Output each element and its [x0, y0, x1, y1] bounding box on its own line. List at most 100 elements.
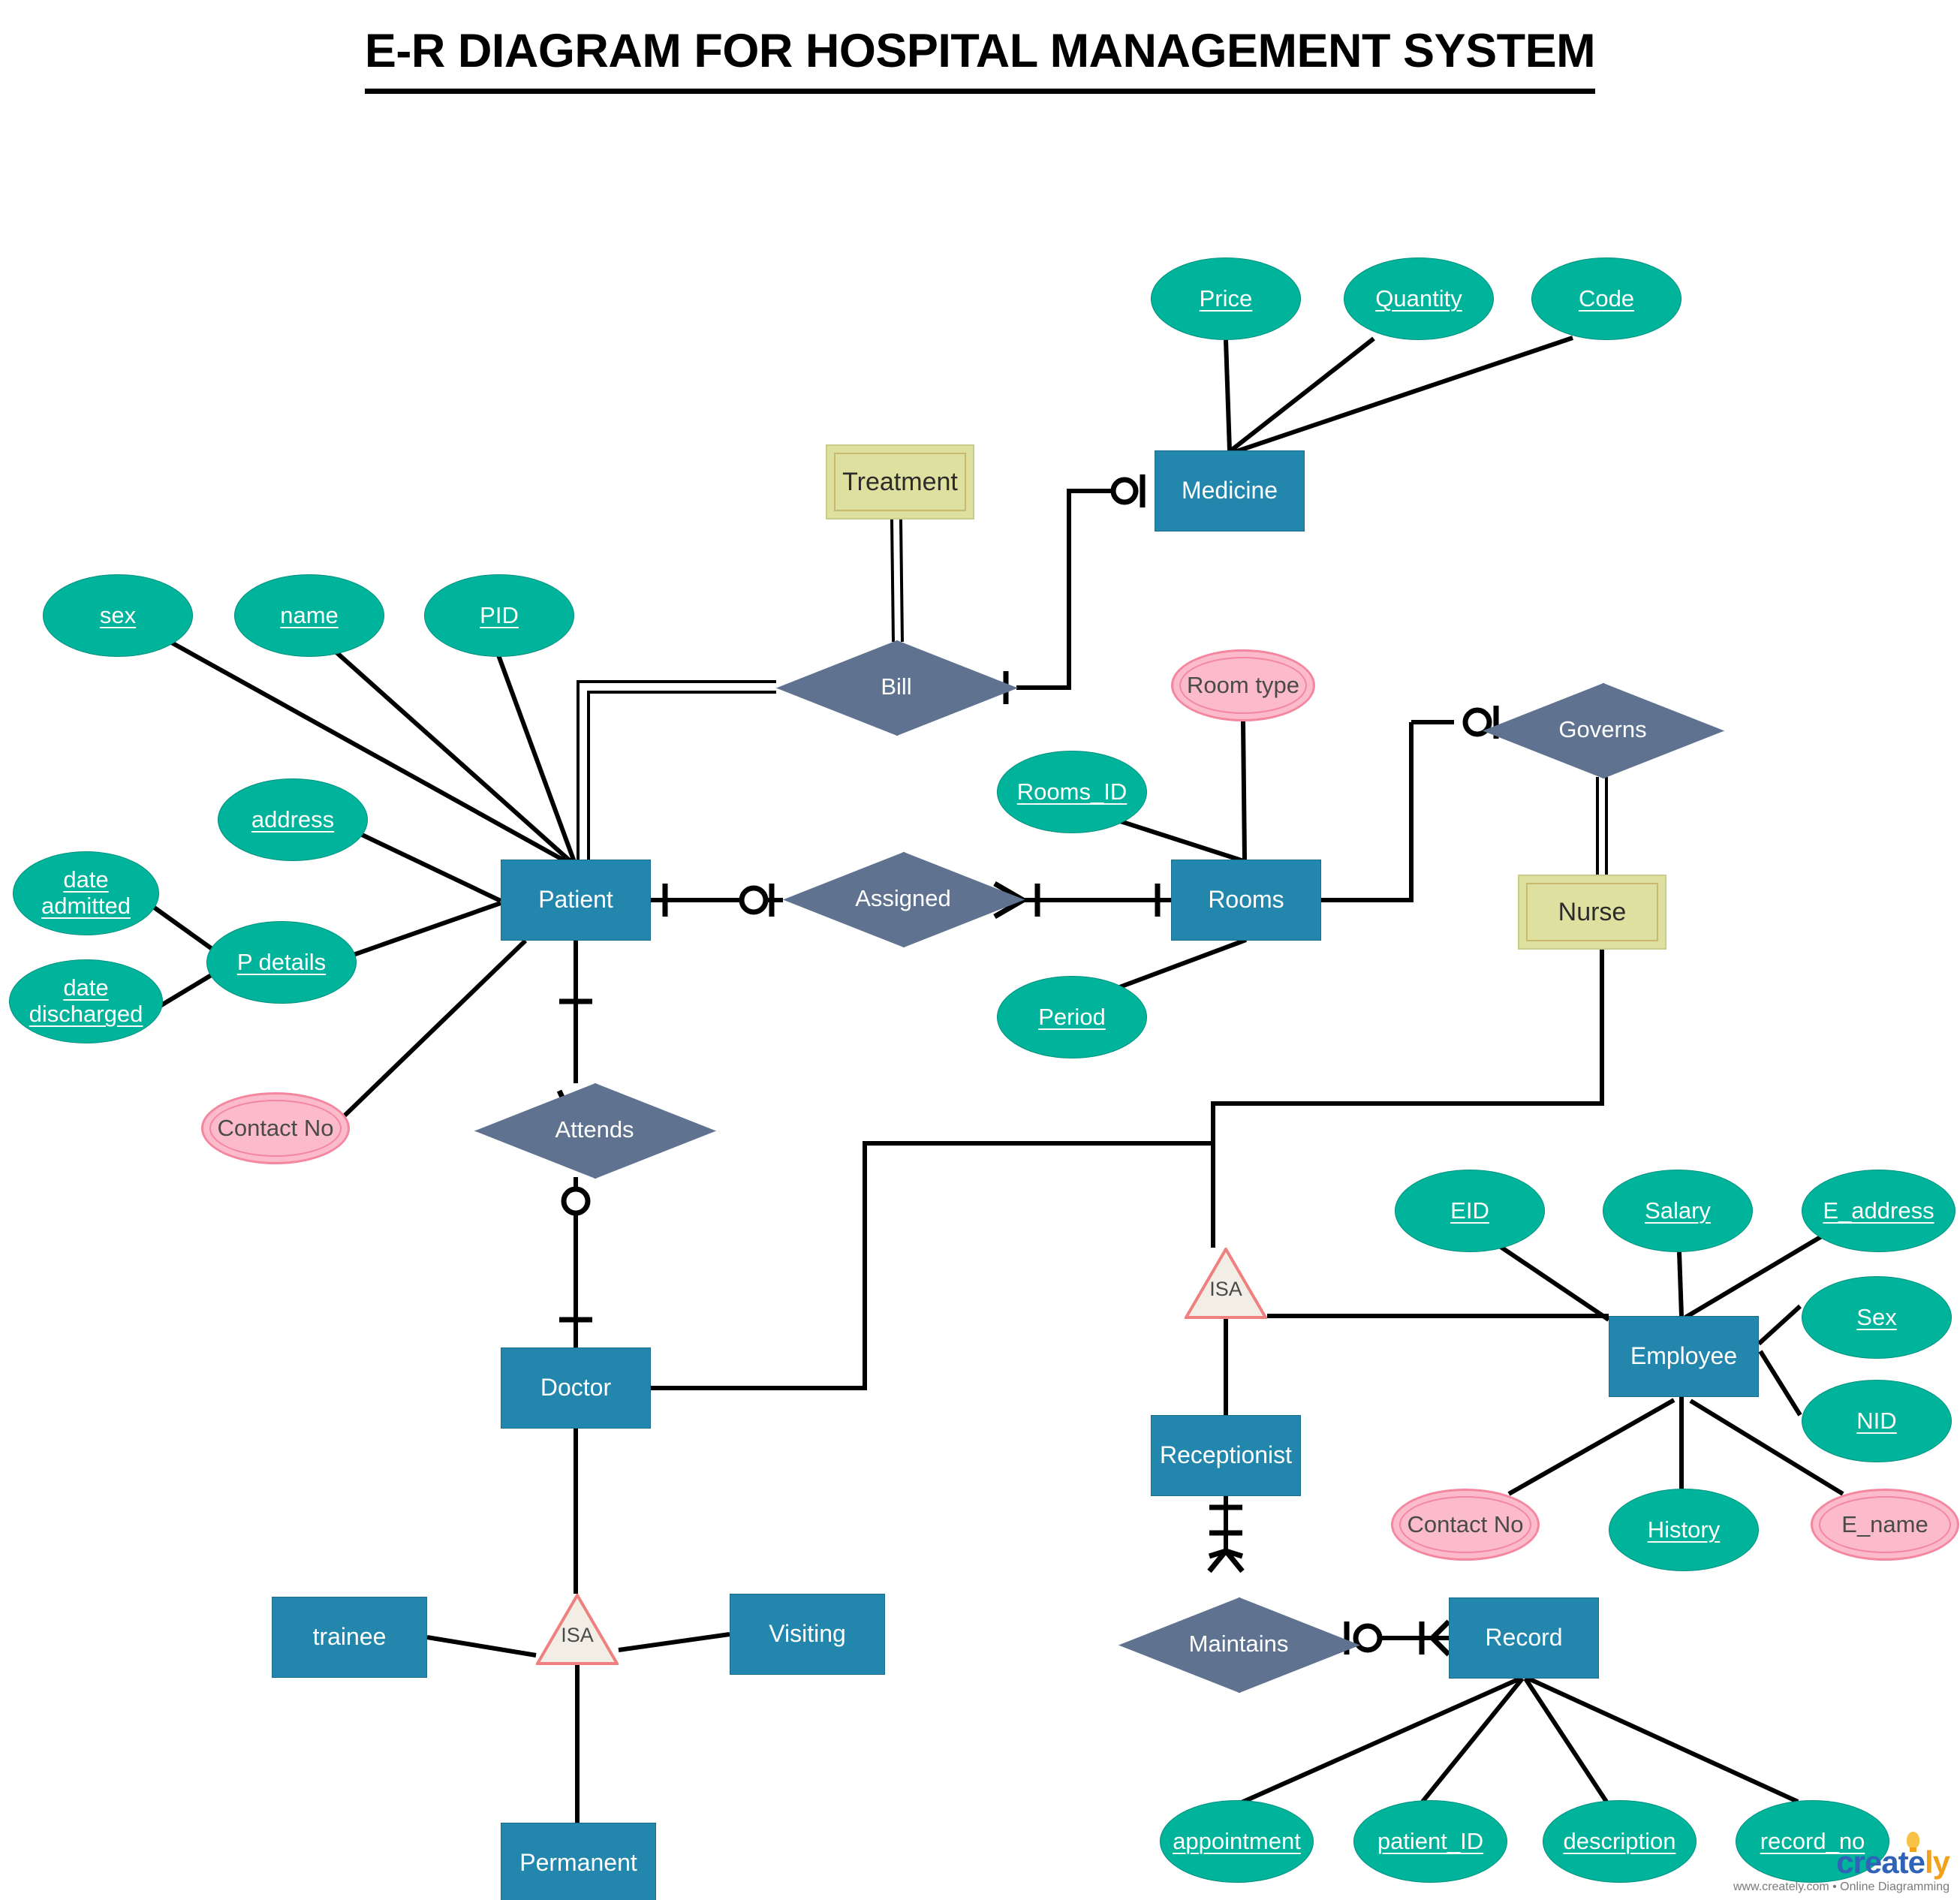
attribute-period[interactable]: Period — [997, 976, 1147, 1058]
attribute-pid[interactable]: PID — [424, 574, 574, 657]
relationship-governs[interactable]: Governs — [1483, 683, 1724, 778]
attribute-history-label: History — [1647, 1516, 1721, 1543]
attribute-patient-id[interactable]: patient_ID — [1353, 1800, 1507, 1883]
relationship-attends[interactable]: Attends — [474, 1083, 716, 1179]
isa-triangle-employee-label: ISA — [1209, 1278, 1242, 1301]
relationship-maintains-label: Maintains — [1188, 1631, 1289, 1658]
multivalued-attribute-e-name-label: E_name — [1841, 1510, 1928, 1537]
entity-doctor[interactable]: Doctor — [501, 1347, 651, 1429]
edge-price-medicine — [1224, 339, 1232, 451]
entity-rooms-label: Rooms — [1208, 886, 1284, 914]
attribute-sex-employee-label: Sex — [1856, 1303, 1897, 1330]
relationship-assigned[interactable]: Assigned — [783, 852, 1025, 947]
relationship-maintains[interactable]: Maintains — [1118, 1597, 1360, 1693]
attribute-sex-patient[interactable]: sex — [43, 574, 193, 657]
weak-entity-treatment-label: Treatment — [842, 467, 958, 496]
edge-roomtype-rooms — [1241, 721, 1247, 860]
isa-triangle-employee[interactable]: ISA — [1185, 1248, 1267, 1319]
attribute-address[interactable]: address — [218, 778, 368, 861]
multivalued-attribute-room-type-label: Room type — [1187, 671, 1299, 698]
edge-treatment-bill-a — [890, 519, 895, 643]
attribute-period-label: Period — [1038, 1003, 1106, 1030]
weak-entity-nurse[interactable]: Nurse — [1518, 875, 1666, 950]
entity-receptionist[interactable]: Receptionist — [1151, 1415, 1301, 1496]
entity-record[interactable]: Record — [1449, 1597, 1599, 1679]
weak-entity-treatment[interactable]: Treatment — [826, 444, 974, 519]
attribute-p-details-label: P details — [236, 948, 327, 975]
edge-roomsid-rooms — [1110, 816, 1247, 864]
entity-doctor-label: Doctor — [540, 1374, 612, 1402]
attribute-quantity-label: Quantity — [1375, 285, 1462, 312]
creately-watermark: creately www.creately.com • Online Diagr… — [1733, 1832, 1950, 1894]
attribute-e-address[interactable]: E_address — [1802, 1170, 1955, 1252]
attribute-description[interactable]: description — [1543, 1800, 1697, 1883]
entity-medicine-label: Medicine — [1181, 477, 1278, 504]
attribute-price[interactable]: Price — [1151, 257, 1301, 340]
edge-quantity-medicine — [1230, 336, 1375, 453]
attribute-history[interactable]: History — [1609, 1489, 1759, 1571]
entity-trainee[interactable]: trainee — [272, 1597, 427, 1678]
edge-recordno-record — [1527, 1676, 1799, 1804]
entity-employee[interactable]: Employee — [1609, 1316, 1759, 1397]
entity-permanent-label: Permanent — [519, 1849, 637, 1877]
entity-medicine[interactable]: Medicine — [1155, 450, 1305, 531]
multivalued-attribute-contact-no-employee[interactable]: Contact No — [1391, 1489, 1540, 1561]
multivalued-attribute-contact-no-patient-label: Contact No — [217, 1114, 334, 1141]
entity-permanent[interactable]: Permanent — [501, 1823, 656, 1900]
edge-appointment-record — [1233, 1676, 1522, 1808]
multivalued-attribute-contact-no-employee-label: Contact No — [1407, 1510, 1524, 1537]
entity-visiting-label: Visiting — [769, 1620, 846, 1648]
edge-isa-visiting — [618, 1632, 730, 1652]
relationship-bill[interactable]: Bill — [776, 640, 1018, 736]
attribute-appointment[interactable]: appointment — [1160, 1800, 1314, 1883]
attribute-nid[interactable]: NID — [1802, 1380, 1952, 1462]
edge-bill-patient-a — [577, 680, 776, 860]
edge-doctor-isa-employee — [651, 1141, 1213, 1390]
relationship-governs-label: Governs — [1558, 716, 1647, 743]
attribute-patient-id-label: patient_ID — [1377, 1827, 1484, 1854]
creately-brand-accent: ly — [1924, 1844, 1950, 1880]
attribute-date-admitted-label: date admitted — [41, 866, 131, 919]
attribute-rooms-id-label: Rooms_ID — [1016, 778, 1128, 805]
multivalued-attribute-room-type[interactable]: Room type — [1171, 649, 1315, 721]
weak-entity-nurse-label: Nurse — [1558, 897, 1627, 926]
edge-dateadmitted-pdetails — [149, 902, 218, 954]
edge-treatment-bill-b — [899, 519, 904, 643]
entity-patient-label: Patient — [538, 886, 613, 914]
edge-salary-employee — [1677, 1251, 1684, 1317]
entity-rooms[interactable]: Rooms — [1171, 860, 1321, 941]
isa-triangle-doctor[interactable]: ISA — [536, 1594, 619, 1665]
edge-sex-employee — [1757, 1304, 1802, 1346]
multivalued-attribute-e-name[interactable]: E_name — [1811, 1489, 1959, 1561]
entity-visiting[interactable]: Visiting — [730, 1594, 885, 1675]
attribute-eid-label: EID — [1450, 1197, 1489, 1224]
attribute-salary-label: Salary — [1645, 1197, 1711, 1224]
entity-receptionist-label: Receptionist — [1159, 1441, 1293, 1469]
attribute-sex-employee[interactable]: Sex — [1802, 1276, 1952, 1359]
attribute-description-label: description — [1563, 1827, 1676, 1854]
attribute-rooms-id[interactable]: Rooms_ID — [997, 751, 1147, 833]
relationship-bill-label: Bill — [881, 673, 912, 700]
attribute-name-patient-label: name — [280, 601, 339, 628]
attribute-code[interactable]: Code — [1531, 257, 1682, 340]
edge-nid-employee — [1758, 1350, 1802, 1417]
edge-rooms-governs — [1321, 722, 1414, 902]
isa-triangle-doctor-label: ISA — [561, 1624, 594, 1647]
entity-employee-label: Employee — [1630, 1342, 1738, 1370]
attribute-date-admitted[interactable]: date admitted — [13, 851, 159, 935]
attribute-address-label: address — [251, 805, 335, 833]
attribute-salary[interactable]: Salary — [1603, 1170, 1753, 1252]
entity-patient[interactable]: Patient — [501, 860, 651, 941]
edge-patientid-record — [1420, 1677, 1525, 1803]
edge-isa-trainee — [426, 1635, 537, 1658]
attribute-e-address-label: E_address — [1823, 1197, 1934, 1224]
attribute-sex-patient-label: sex — [99, 601, 137, 628]
multivalued-attribute-contact-no-patient[interactable]: Contact No — [201, 1092, 350, 1164]
attribute-date-discharged[interactable]: date discharged — [9, 959, 163, 1043]
edge-address-patient — [357, 831, 502, 903]
attribute-eid[interactable]: EID — [1395, 1170, 1545, 1252]
attribute-p-details[interactable]: P details — [206, 921, 357, 1004]
attribute-quantity[interactable]: Quantity — [1344, 257, 1494, 340]
attribute-appointment-label: appointment — [1173, 1827, 1301, 1854]
attribute-name-patient[interactable]: name — [234, 574, 384, 657]
